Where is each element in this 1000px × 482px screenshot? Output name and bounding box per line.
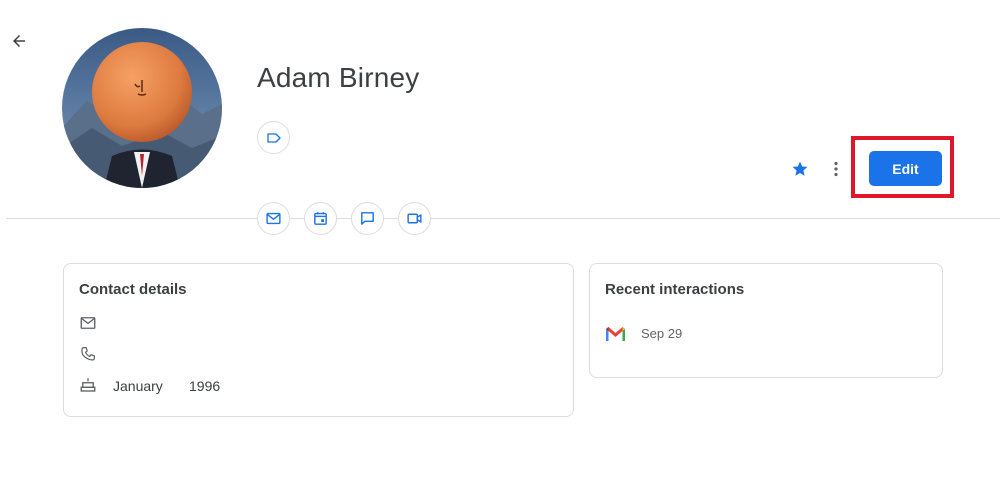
video-icon: [407, 213, 422, 224]
schedule-event-button[interactable]: [304, 202, 337, 235]
manage-labels-button[interactable]: [257, 121, 290, 154]
interaction-item[interactable]: Sep 29: [605, 324, 925, 346]
label-icon: [266, 132, 281, 143]
birthday-month: January: [113, 378, 163, 394]
send-email-button[interactable]: [257, 202, 290, 235]
arrow-left-icon: [13, 35, 25, 47]
interaction-date: Sep 29: [641, 326, 683, 341]
contact-details-card: Contact details January 1996: [63, 263, 574, 417]
star-icon: [792, 161, 808, 176]
more-vert-icon: [834, 161, 838, 177]
recent-interactions-title: Recent interactions: [605, 281, 745, 298]
contact-name: Adam Birney: [257, 62, 420, 93]
edit-button[interactable]: Edit: [869, 151, 942, 186]
header-divider: [6, 218, 1000, 219]
start-video-call-button[interactable]: [398, 202, 431, 235]
star-button[interactable]: [789, 158, 811, 180]
gmail-icon: [606, 327, 625, 341]
contact-details-title: Contact details: [79, 281, 187, 298]
email-icon: [80, 317, 96, 329]
chat-icon: [361, 212, 374, 225]
more-options-button[interactable]: [828, 158, 844, 180]
recent-interactions-card: Recent interactions Sep 29: [589, 263, 943, 378]
send-chat-button[interactable]: [351, 202, 384, 235]
cake-icon: [80, 378, 96, 392]
back-button[interactable]: [8, 30, 30, 52]
phone-icon: [81, 347, 95, 361]
avatar: [62, 28, 222, 188]
birthday-year: 1996: [189, 378, 221, 394]
calendar-icon: [314, 212, 327, 225]
email-icon: [266, 212, 281, 225]
